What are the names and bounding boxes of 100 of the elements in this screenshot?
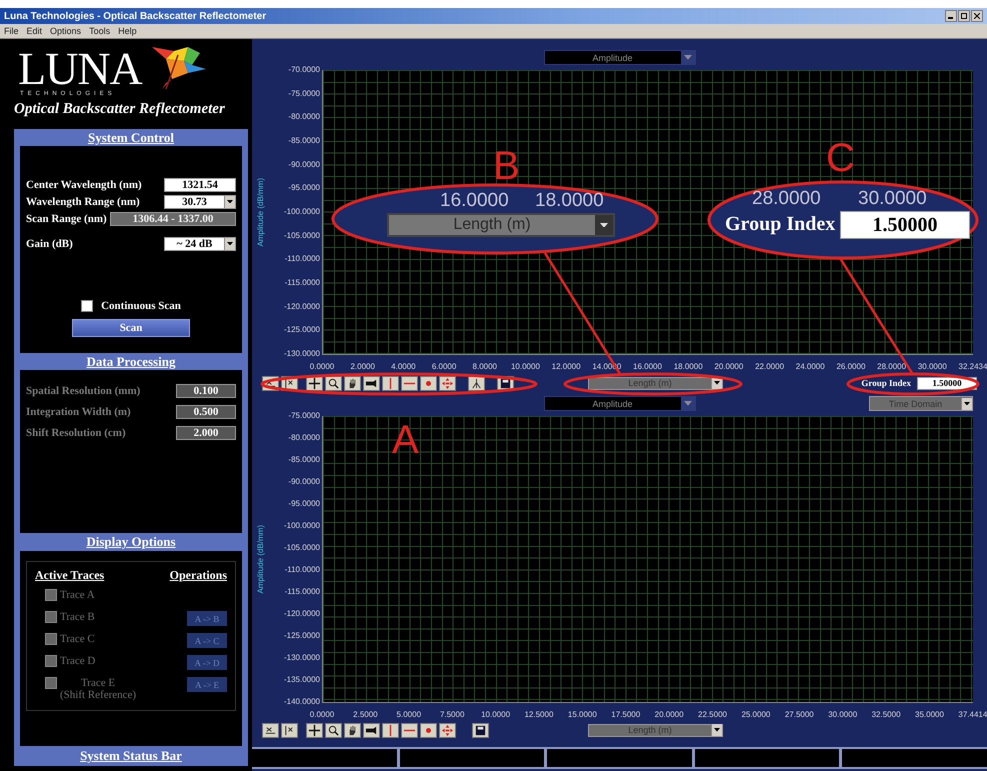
app-title: Optical Backscatter Reflectometer xyxy=(14,101,226,118)
graph-tool-button[interactable] xyxy=(420,376,437,390)
field-label: Center Wavelength (nm) xyxy=(26,178,142,190)
graph-tool-button[interactable] xyxy=(344,376,361,390)
x-tick-label: 24.0000 xyxy=(794,362,826,370)
graph-tool-button[interactable] xyxy=(420,722,437,738)
trace-note: (Shift Reference) xyxy=(60,689,136,701)
y-tick-label: -90.0000 xyxy=(288,160,320,170)
graph-tool-button[interactable] xyxy=(363,376,380,390)
caret-icon xyxy=(684,55,692,60)
graph-tool-button[interactable] xyxy=(344,722,361,738)
column-heading: Active Traces xyxy=(35,568,104,583)
graph-tool-button[interactable] xyxy=(325,722,342,738)
graph-tool-button[interactable] xyxy=(281,722,298,738)
callout-letter: A xyxy=(392,420,419,460)
value-field[interactable]: 1321.54 xyxy=(164,178,236,192)
minimize-button[interactable] xyxy=(945,10,957,22)
menu-item[interactable]: Tools xyxy=(89,26,110,36)
graph-tool-button[interactable] xyxy=(472,722,489,738)
y-tick-label: -100.0000 xyxy=(284,206,320,217)
move-arrows-icon xyxy=(441,376,454,390)
section-header: Display Options xyxy=(14,533,248,551)
scan-button[interactable]: Scan xyxy=(72,319,190,337)
trace-label: Trace A xyxy=(60,589,95,601)
y-tick-label: -130.0000 xyxy=(284,653,320,663)
trace-label: Trace D xyxy=(60,655,96,667)
menu-item[interactable]: Options xyxy=(50,26,82,36)
callout-letter: C xyxy=(826,138,855,178)
x-tick-label: 20.0000 xyxy=(713,362,744,370)
x-tick-label: 2.5000 xyxy=(352,710,379,718)
y-tick-label: -80.0000 xyxy=(288,112,320,122)
y-tick-label: -85.0000 xyxy=(288,136,320,146)
x-tick-label: 26.0000 xyxy=(835,362,866,370)
x-tick-label: 25.0000 xyxy=(740,710,772,718)
x-tick-label: 10.0000 xyxy=(480,710,512,718)
magnified-tick-label: 18.0000 xyxy=(535,191,604,210)
caret-icon xyxy=(227,200,233,204)
y-tick-label: -70.0000 xyxy=(288,65,320,75)
graph-tool-button[interactable] xyxy=(382,722,399,738)
y-tick-label: -75.0000 xyxy=(288,411,320,421)
y-tick-label: -115.0000 xyxy=(284,278,320,288)
graph-tool-button[interactable] xyxy=(439,722,456,738)
graph-tool-button[interactable] xyxy=(325,376,342,390)
y-tick-label: -95.0000 xyxy=(288,183,320,194)
field-label: Spatial Resolution (mm) xyxy=(26,384,140,396)
caret-icon xyxy=(714,381,720,385)
point-icon xyxy=(426,380,431,386)
zoom-icon xyxy=(327,376,340,390)
x-tick-label: 8.0000 xyxy=(472,362,498,370)
zoom-icon xyxy=(327,724,340,736)
x-tick-label: 27.5000 xyxy=(784,710,815,718)
graph-tool-button[interactable] xyxy=(262,722,279,738)
y-tick-label: -135.0000 xyxy=(284,675,320,685)
caret-icon xyxy=(600,222,608,228)
maximize-button[interactable] xyxy=(958,10,970,22)
x-tick-label: 22.0000 xyxy=(754,362,786,370)
crosshair-icon xyxy=(308,724,321,736)
section-header: Data Processing xyxy=(14,353,248,370)
y-tick-label: -105.0000 xyxy=(284,543,320,553)
field-label: Shift Resolution (cm) xyxy=(26,426,126,438)
trace-label: Trace C xyxy=(60,633,95,645)
y-tick-label: -130.0000 xyxy=(284,348,320,359)
x-tick-label: 7.5000 xyxy=(438,710,466,718)
group-index-label: Group Index xyxy=(861,378,911,388)
field-label: Integration Width (m) xyxy=(26,406,131,418)
trace-selector-dropdown[interactable]: Amplitude xyxy=(544,50,696,65)
menu-item[interactable]: File xyxy=(4,26,19,36)
value-dropdown[interactable]: ~ 24 dB xyxy=(164,236,236,250)
graph-tool-button[interactable] xyxy=(306,722,323,738)
move-arrows-icon xyxy=(441,724,454,736)
y-tick-label: -120.0000 xyxy=(284,609,320,619)
y-tick-label: -110.0000 xyxy=(284,565,320,575)
y-tick-label: -140.0000 xyxy=(284,697,320,707)
menu-item[interactable]: Edit xyxy=(26,26,42,36)
x-tick-label: 32.5000 xyxy=(870,710,902,718)
section-header: System Control xyxy=(14,129,248,146)
value-dropdown[interactable]: 30.73 xyxy=(164,194,236,208)
graph-tool-button[interactable] xyxy=(401,722,418,738)
y-tick-label: -120.0000 xyxy=(284,302,320,312)
trace-selector-dropdown[interactable]: Amplitude xyxy=(544,396,696,411)
x-tick-label: 37.4414 xyxy=(957,710,987,718)
checkbox[interactable] xyxy=(81,300,94,312)
column-heading: Operations xyxy=(170,568,227,583)
y-tick-label: -80.0000 xyxy=(288,433,320,443)
magnified-tick-label: 28.0000 xyxy=(752,189,821,208)
graph-tool-button[interactable] xyxy=(401,376,418,390)
y-tick-label: -95.0000 xyxy=(288,499,320,509)
x-tick-label: 16.0000 xyxy=(632,362,663,370)
menu-item[interactable]: Help xyxy=(118,26,137,36)
x-tick-label: 4.0000 xyxy=(390,362,417,370)
graph-tool-button[interactable] xyxy=(363,722,380,738)
graph-tool-button[interactable] xyxy=(382,376,399,390)
x-tick-label: 10.0000 xyxy=(510,362,541,370)
x-tick-label: 12.5000 xyxy=(523,710,554,718)
x-tick-label: 35.0000 xyxy=(914,710,945,718)
point-icon xyxy=(426,728,431,732)
x-tick-label: 0.0000 xyxy=(308,710,336,718)
close-button[interactable] xyxy=(971,10,983,22)
x-tick-label: 30.0000 xyxy=(916,362,948,370)
x-tick-label: 20.0000 xyxy=(654,710,685,718)
